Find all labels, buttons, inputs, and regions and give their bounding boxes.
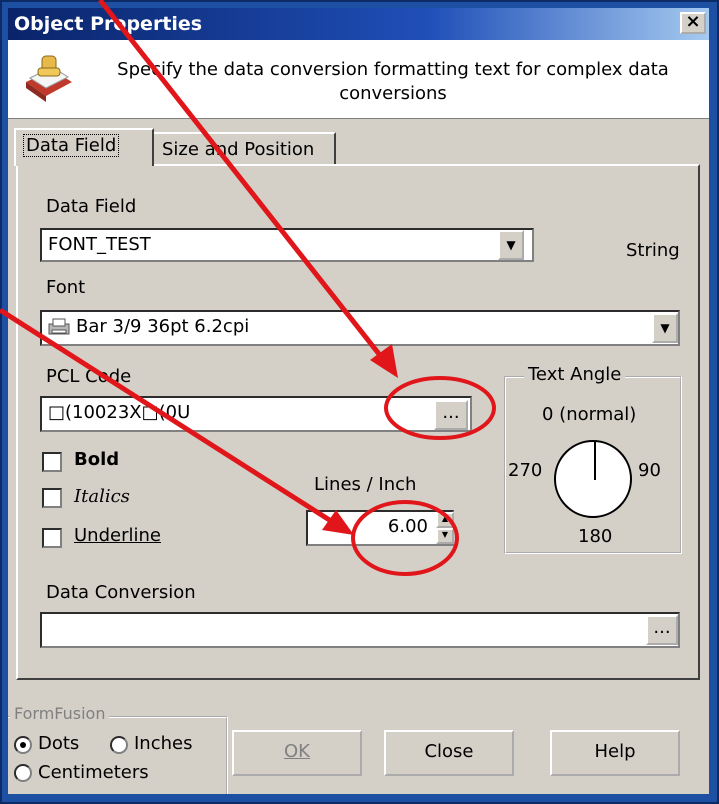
pcl-code-label: PCL Code [46, 366, 132, 387]
centimeters-label[interactable]: Centimeters [38, 762, 149, 783]
pcl-code-value: □(10023X□(0U [48, 402, 191, 423]
angle-right-label: 90 [638, 460, 661, 481]
title-bar[interactable]: Object Properties × [8, 8, 709, 40]
bold-label[interactable]: Bold [74, 449, 119, 470]
angle-bottom-label: 180 [578, 526, 613, 547]
data-field-type: String [626, 240, 680, 261]
font-label: Font [46, 277, 86, 298]
italics-label[interactable]: Italics [74, 486, 130, 507]
pcl-code-browse-button[interactable]: ... [434, 400, 468, 430]
dots-radio[interactable] [14, 736, 32, 754]
font-select[interactable]: Bar 3/9 36pt 6.2cpi [40, 310, 680, 346]
chevron-down-icon: ▼ [506, 238, 516, 252]
underline-checkbox[interactable] [42, 528, 62, 548]
header-band: Specify the data conversion formatting t… [8, 40, 709, 119]
angle-top-label: 0 (normal) [542, 404, 637, 425]
help-button[interactable]: Help [550, 730, 680, 776]
underline-label[interactable]: Underline [74, 525, 161, 546]
wizard-hand-icon [26, 55, 72, 102]
text-angle-title: Text Angle [524, 364, 626, 385]
angle-dial[interactable] [554, 440, 632, 518]
inches-radio[interactable] [110, 736, 128, 754]
spin-down-icon[interactable]: ▼ [436, 528, 454, 544]
data-conversion-browse-button[interactable]: ... [646, 615, 678, 645]
tab-size-and-position-label: Size and Position [162, 139, 315, 160]
data-field-select[interactable]: FONT_TEST [40, 228, 534, 262]
tab-data-field-label: Data Field [22, 134, 120, 157]
inches-label[interactable]: Inches [134, 733, 192, 754]
close-window-button[interactable]: × [680, 12, 706, 34]
data-field-value: FONT_TEST [48, 234, 151, 255]
window-title: Object Properties [14, 13, 203, 35]
lines-per-inch-value: 6.00 [387, 516, 428, 537]
chevron-down-icon: ▼ [660, 321, 670, 335]
dialog-client: Specify the data conversion formatting t… [8, 40, 709, 794]
centimeters-radio[interactable] [14, 764, 32, 782]
font-dropdown-button[interactable]: ▼ [652, 313, 678, 343]
lines-per-inch-label: Lines / Inch [314, 474, 417, 495]
bold-checkbox[interactable] [42, 452, 62, 472]
units-group-title: FormFusion [10, 704, 110, 723]
spin-up-icon[interactable]: ▲ [436, 512, 454, 528]
header-description: Specify the data conversion formatting t… [117, 59, 669, 104]
font-value: Bar 3/9 36pt 6.2cpi [76, 316, 250, 337]
data-conversion-label: Data Conversion [46, 582, 196, 603]
dots-label[interactable]: Dots [38, 733, 79, 754]
angle-left-label: 270 [508, 460, 543, 481]
lines-per-inch-input[interactable]: 6.00 [306, 510, 454, 546]
angle-needle [594, 442, 596, 480]
pcl-code-input[interactable]: □(10023X□(0U [40, 396, 472, 432]
data-field-label: Data Field [46, 196, 137, 217]
lines-per-inch-spinner[interactable]: ▲ ▼ [436, 512, 454, 544]
data-conversion-input[interactable] [40, 612, 680, 648]
tab-size-and-position[interactable]: Size and Position [152, 132, 336, 164]
tab-data-field[interactable]: Data Field [14, 128, 154, 166]
ok-button[interactable]: OK [232, 730, 362, 776]
printer-font-icon [48, 318, 70, 335]
data-field-dropdown-button[interactable]: ▼ [498, 230, 524, 260]
close-button[interactable]: Close [384, 730, 514, 776]
italics-checkbox[interactable] [42, 488, 62, 508]
